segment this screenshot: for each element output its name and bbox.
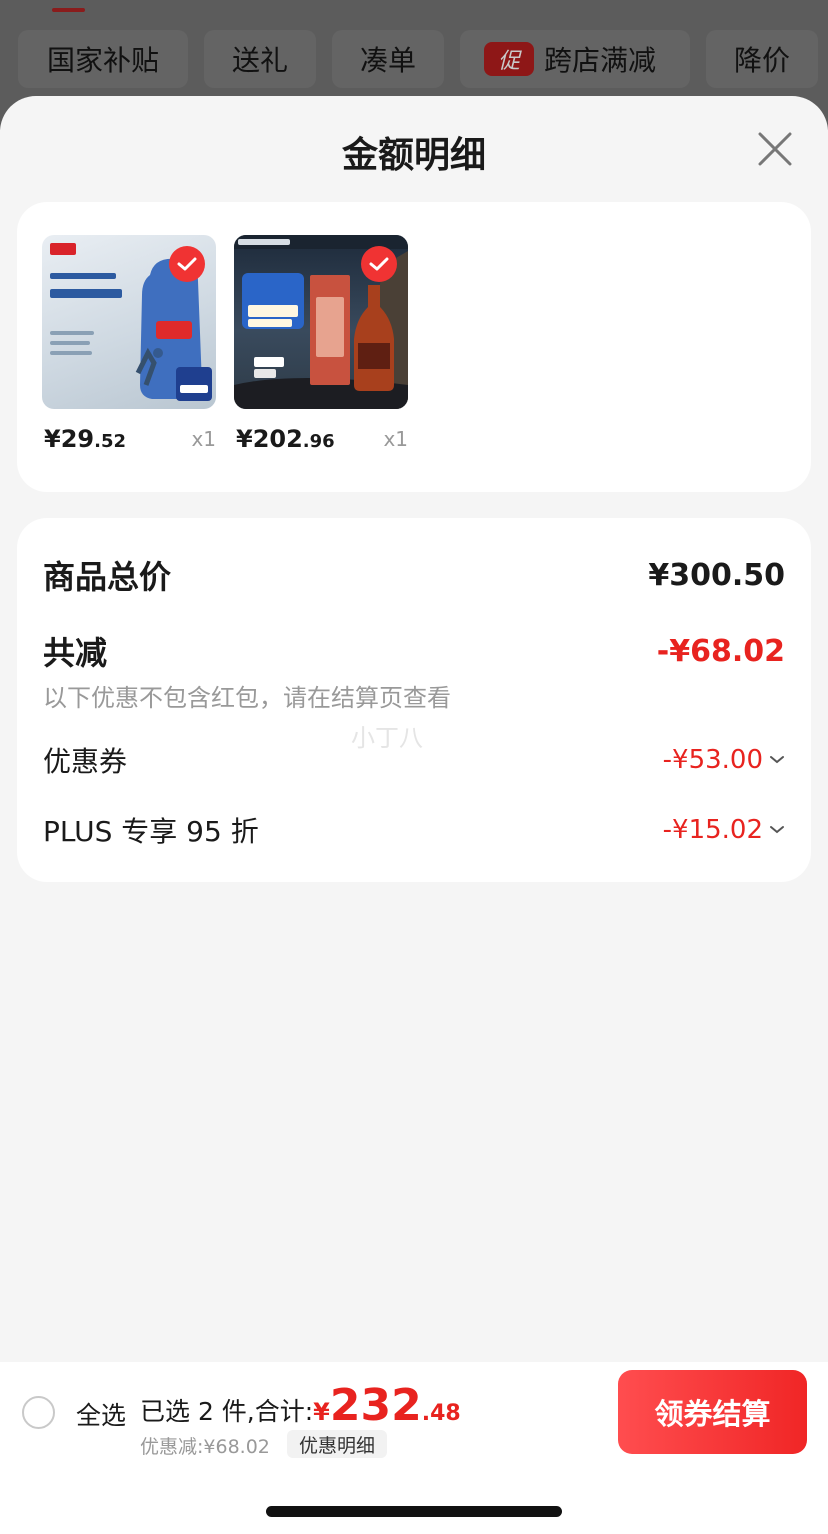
- filter-chip-gift[interactable]: 送礼: [204, 30, 316, 88]
- plus-discount-label: PLUS 专享 95 折: [43, 815, 259, 848]
- close-icon[interactable]: [758, 132, 792, 166]
- total-price-row: 商品总价 ¥300.50: [43, 552, 785, 598]
- savings-text: 优惠减:¥68.02: [140, 1436, 270, 1458]
- product-item[interactable]: ¥202.96 x1: [234, 235, 408, 453]
- select-all-radio-icon[interactable]: [22, 1396, 55, 1429]
- coupon-row[interactable]: 优惠券 -¥53.00: [43, 740, 785, 780]
- selected-check-icon[interactable]: [169, 246, 205, 282]
- product-image-detergent[interactable]: [42, 235, 216, 409]
- selected-summary: 已选 2 件,合计:¥232.48: [140, 1380, 461, 1431]
- selected-check-icon[interactable]: [361, 246, 397, 282]
- plus-discount-value[interactable]: -¥15.02: [663, 815, 785, 845]
- checkout-button[interactable]: 领券结算: [618, 1370, 807, 1454]
- total-reduction-row: 共减 -¥68.02: [43, 628, 785, 674]
- product-quantity: x1: [383, 427, 408, 451]
- filter-chip-label: 跨店满减: [544, 44, 657, 77]
- discount-hint: 以下优惠不包含红包，请在结算页查看: [43, 684, 451, 712]
- product-price: ¥202.96: [236, 425, 335, 453]
- filter-chip-cross-store[interactable]: 促 跨店满减: [460, 30, 690, 88]
- coupon-value[interactable]: -¥53.00: [663, 745, 785, 775]
- filter-chip-bundle[interactable]: 凑单: [332, 30, 444, 88]
- total-reduction-label: 共减: [43, 634, 108, 672]
- price-integer: ¥202: [236, 425, 303, 453]
- total-amount-integer: 232: [329, 1380, 422, 1431]
- plus-discount-amount: -¥15.02: [662, 815, 763, 845]
- home-area: [0, 1462, 828, 1534]
- product-price: ¥29.52: [44, 425, 126, 453]
- amount-detail-sheet: 金额明细 ¥29.52 x1 ¥202.96 x1 商品总价 ¥300.50 共…: [0, 96, 828, 1534]
- sheet-title: 金额明细: [341, 135, 486, 176]
- price-decimal: .52: [94, 431, 126, 452]
- price-integer: ¥29: [44, 425, 95, 453]
- select-all-label[interactable]: 全选: [76, 1396, 126, 1432]
- filter-chip-national-subsidy[interactable]: 国家补贴: [18, 30, 188, 88]
- total-price-label: 商品总价: [43, 558, 172, 596]
- chevron-down-icon[interactable]: [769, 825, 785, 835]
- checkout-bar: 全选 已选 2 件,合计:¥232.48 优惠减:¥68.02 优惠明细 领券结…: [0, 1362, 828, 1462]
- total-amount-decimal: .48: [421, 1401, 461, 1426]
- total-price-value: ¥300.50: [648, 557, 785, 593]
- product-image-whisky[interactable]: [234, 235, 408, 409]
- chevron-down-icon[interactable]: [769, 755, 785, 765]
- selected-count-text: 已选 2 件,合计:: [140, 1397, 314, 1426]
- total-reduction-value: -¥68.02: [656, 633, 785, 669]
- promo-badge: 促: [484, 42, 534, 76]
- product-card: ¥29.52 x1 ¥202.96 x1: [17, 202, 811, 492]
- home-indicator[interactable]: [266, 1506, 562, 1517]
- product-item[interactable]: ¥29.52 x1: [42, 235, 216, 453]
- tab-indicator: [52, 8, 85, 12]
- price-decimal: .96: [302, 431, 335, 452]
- filter-bar: 国家补贴 送礼 凑单 促 跨店满减 降价: [18, 30, 818, 88]
- plus-discount-row[interactable]: PLUS 专享 95 折 -¥15.02: [43, 810, 785, 850]
- total-currency: ¥: [313, 1398, 330, 1426]
- filter-chip-price-drop[interactable]: 降价: [706, 30, 818, 88]
- discount-detail-button[interactable]: 优惠明细: [287, 1430, 388, 1458]
- coupon-amount: -¥53.00: [662, 745, 763, 775]
- coupon-label: 优惠券: [43, 745, 128, 778]
- price-summary-card: 商品总价 ¥300.50 共减 -¥68.02 以下优惠不包含红包，请在结算页查…: [17, 518, 811, 882]
- product-quantity: x1: [191, 427, 216, 451]
